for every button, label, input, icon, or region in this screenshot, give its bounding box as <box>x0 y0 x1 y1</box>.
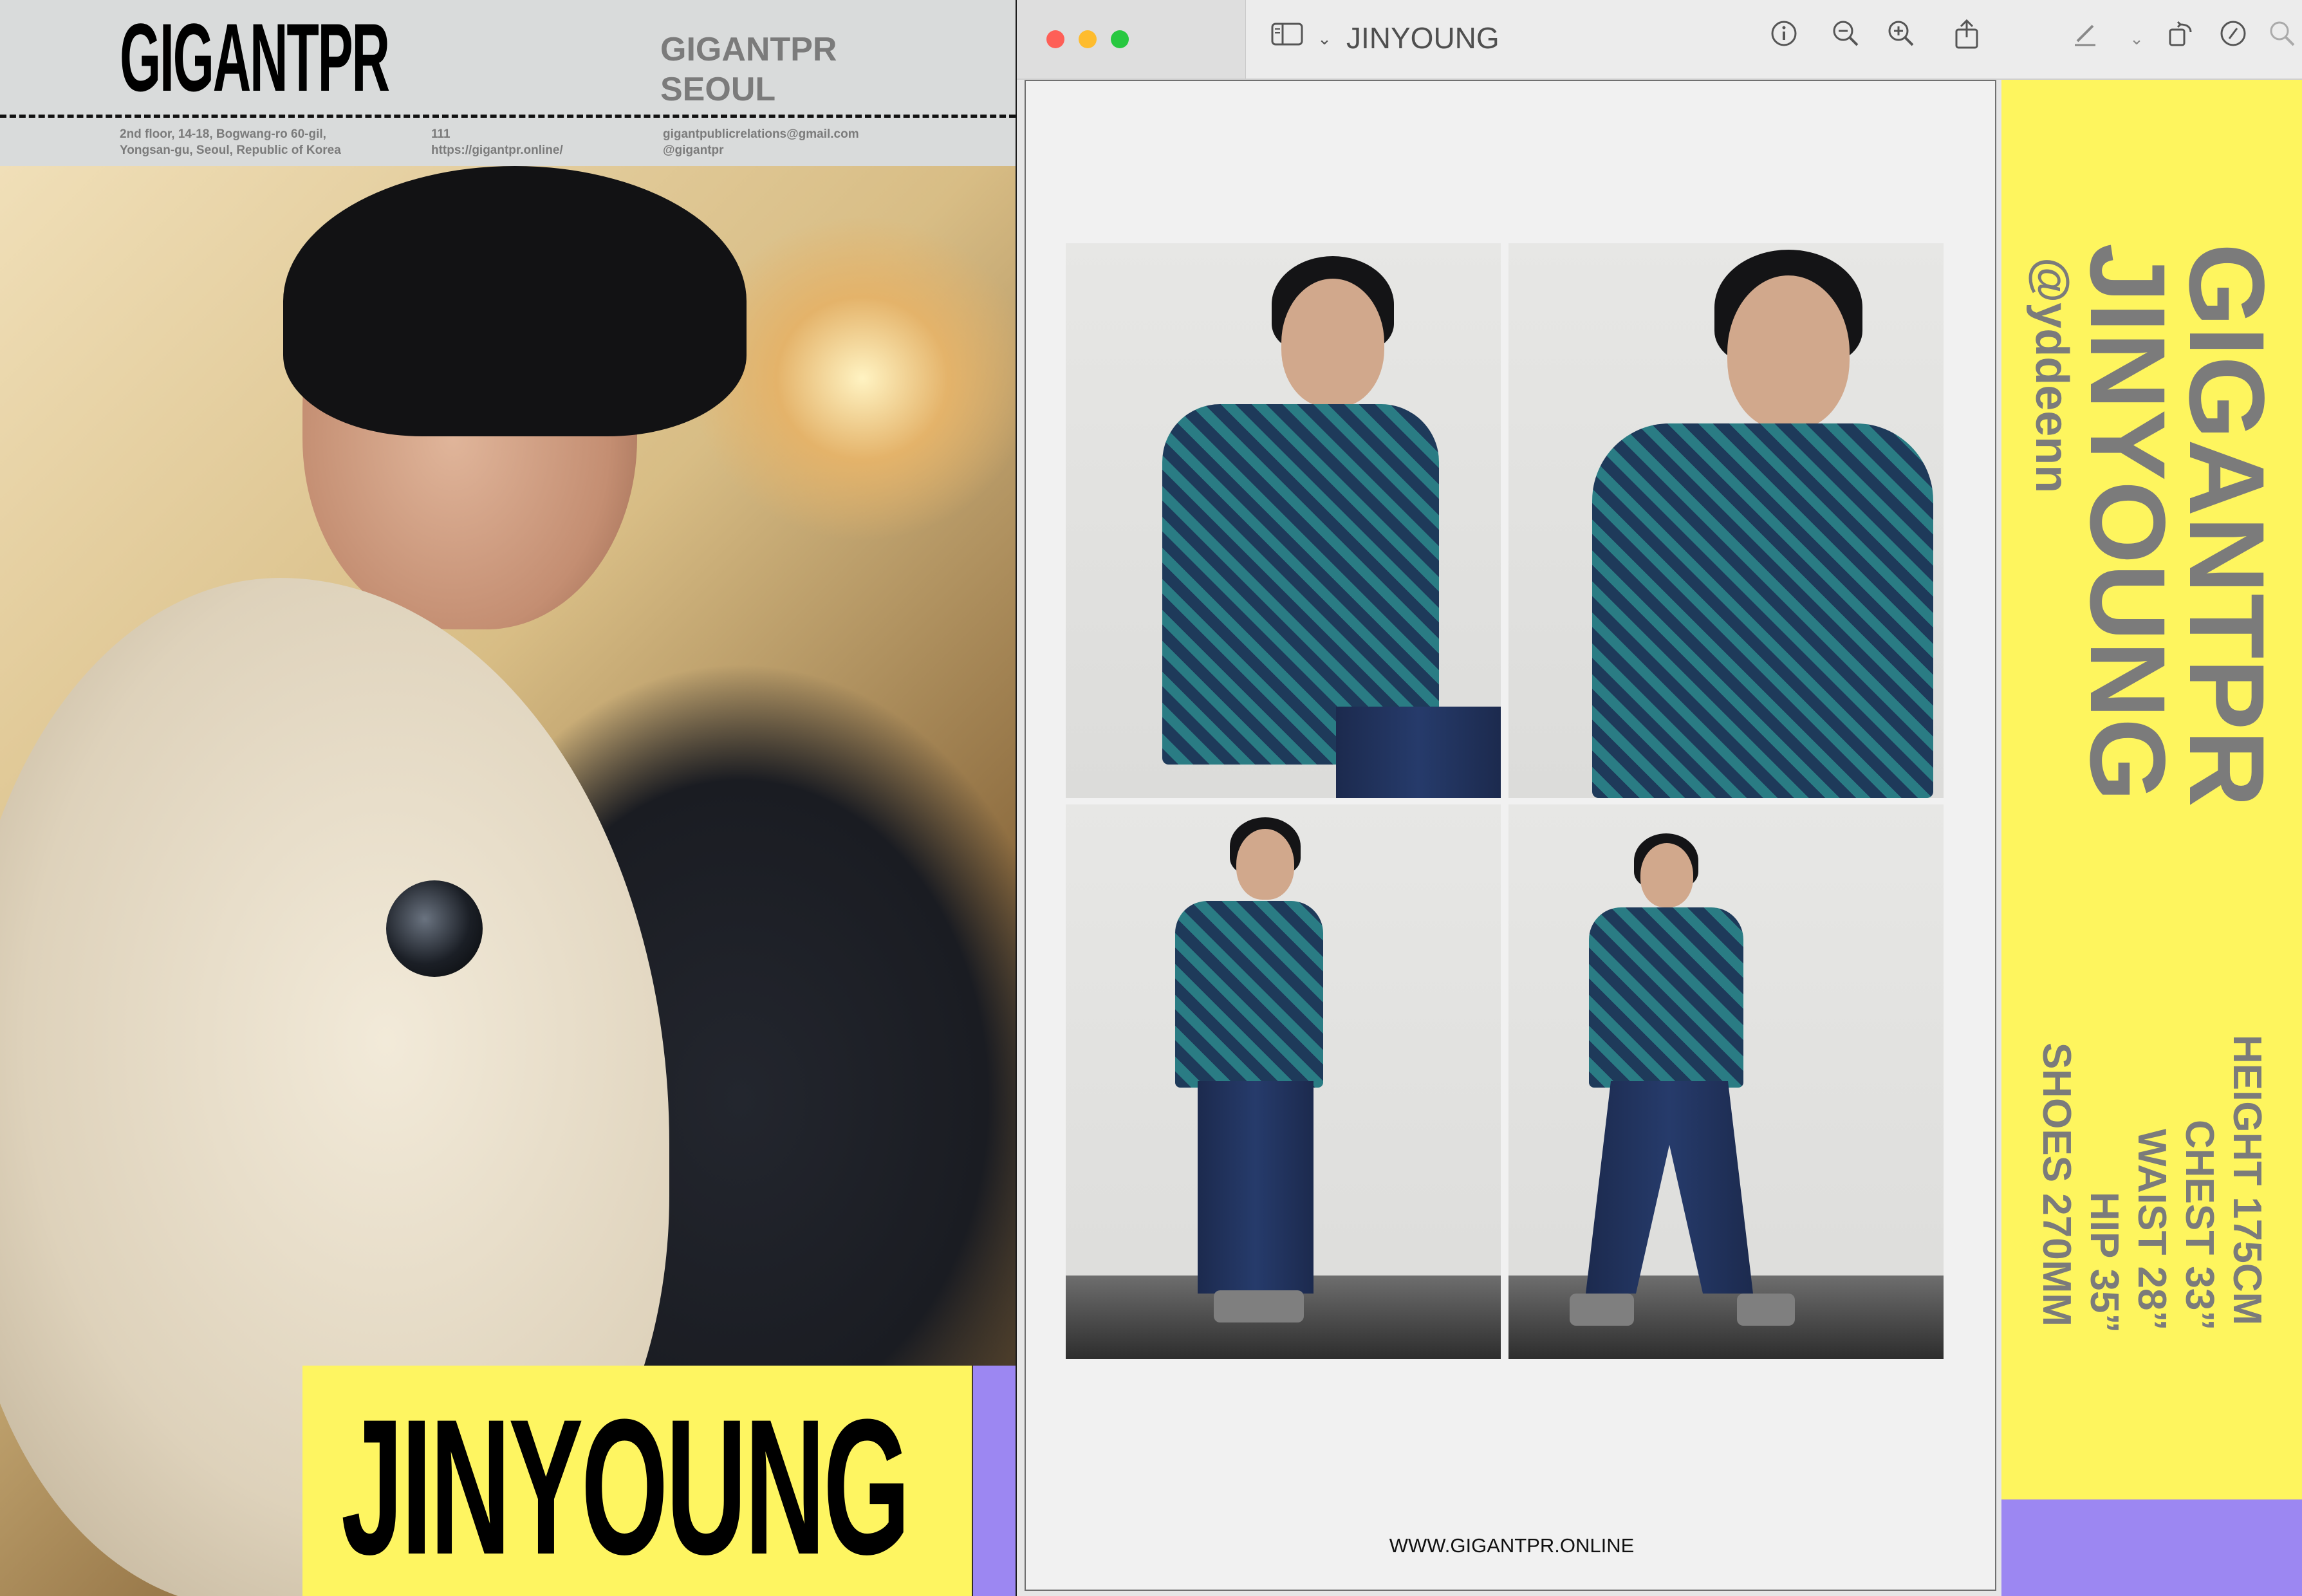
model-name: JINYOUNG <box>341 1378 910 1595</box>
sidebar-icon[interactable] <box>1268 19 1306 58</box>
pdf-page[interactable]: WWW.GIGANTPR.ONLINE <box>1025 80 1996 1591</box>
photo-lower-left <box>1066 804 1501 1359</box>
minimize-button[interactable] <box>1079 30 1097 48</box>
stat-hip: HIP 35” <box>2082 1192 2126 1333</box>
dashed-divider <box>0 115 1016 118</box>
address-line2: Yongsan-gu, Seoul, Republic of Korea <box>120 144 341 157</box>
preview-window: ⌄ JINYOUNG ⌄ WWW.GIGANTPR.ONLINE GIGANTP… <box>1017 0 2302 1596</box>
agency-number: 111 <box>431 127 450 141</box>
rotate-icon[interactable] <box>2161 19 2200 58</box>
stat-shoes: SHOES 270MM <box>2034 1043 2079 1327</box>
comp-card-front: GIGANTPR GIGANTPR SEOUL 2nd floor, 14-18… <box>0 0 1016 1596</box>
agency-address: 2nd floor, 14-18, Bogwang-ro 60-gil, Yon… <box>120 126 341 158</box>
brand-city: GIGANTPR SEOUL <box>660 30 837 109</box>
markup-circle-icon[interactable] <box>2214 19 2252 58</box>
brand-logo: GIGANTPR <box>120 3 390 111</box>
address-line1: 2nd floor, 14-18, Bogwang-ro 60-gil, <box>120 127 326 141</box>
brand-city-line2: SEOUL <box>660 71 776 108</box>
stat-waist: WAIST 28” <box>2130 1129 2174 1331</box>
model-hair <box>283 166 747 436</box>
dog-eye <box>386 880 483 977</box>
document-title: JINYOUNG <box>1346 21 1499 55</box>
agency-contact: gigantpublicrelations@gmail.com @gigantp… <box>663 126 859 158</box>
footer-url: WWW.GIGANTPR.ONLINE <box>1389 1534 1635 1557</box>
info-icon[interactable] <box>1765 19 1803 58</box>
stat-chest: CHEST 33” <box>2177 1120 2222 1331</box>
pen-icon[interactable] <box>2066 19 2104 58</box>
close-button[interactable] <box>1046 30 1064 48</box>
photo-upper-right <box>1508 243 1944 798</box>
photo-upper-left <box>1066 243 1501 798</box>
search-icon[interactable] <box>2263 19 2301 58</box>
stat-height: HEIGHT 175CM <box>2225 1035 2269 1326</box>
title-bar: ⌄ JINYOUNG ⌄ <box>1017 0 2302 80</box>
zoom-out-icon[interactable] <box>1826 19 1865 58</box>
chevron-down-icon[interactable]: ⌄ <box>2117 19 2156 58</box>
side-strip-accent <box>2001 1499 2302 1596</box>
zoom-in-icon[interactable] <box>1882 19 1920 58</box>
agency-instagram: @gigantpr <box>663 144 724 157</box>
name-banner-accent <box>973 1366 1016 1596</box>
share-icon[interactable] <box>1947 19 1986 58</box>
strip-handle: @yddeenn <box>2026 257 2077 494</box>
photo-lower-right <box>1508 804 1944 1359</box>
strip-model-name: JINYOUNG <box>2068 243 2187 802</box>
brand-city-line1: GIGANTPR <box>660 31 837 68</box>
agency-web: 111 https://gigantpr.online/ <box>431 126 563 158</box>
zoom-button[interactable] <box>1111 30 1129 48</box>
strip-brand: GIGANTPR <box>2167 243 2286 808</box>
agency-email: gigantpublicrelations@gmail.com <box>663 127 859 141</box>
chevron-down-icon[interactable]: ⌄ <box>1305 19 1344 58</box>
agency-website: https://gigantpr.online/ <box>431 144 563 157</box>
